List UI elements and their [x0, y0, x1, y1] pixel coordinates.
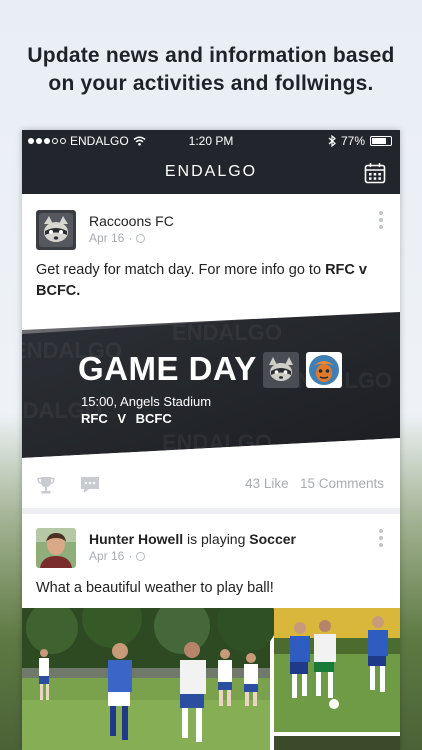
- activity-connector: is playing: [187, 531, 246, 547]
- comment-icon[interactable]: [80, 475, 100, 495]
- banner-teams: RFC V BCFC: [81, 411, 172, 426]
- game-day-banner[interactable]: ENDALGO ENDALGO ENDALGO ENDALGO ENDALGO …: [22, 310, 400, 458]
- post-date: Apr 16: [89, 231, 125, 245]
- promo-headline-line2: on your activities and follwings.: [48, 72, 374, 95]
- soccer-photo-3[interactable]: [274, 736, 400, 750]
- post-author: Hunter Howell is playing Soccer: [89, 531, 296, 547]
- feed-post: Raccoons FC Apr 16 · Get ready for match…: [22, 194, 400, 508]
- globe-icon: [136, 551, 146, 561]
- comment-count[interactable]: 15 Comments: [300, 476, 384, 491]
- banner-time-place: 15:00, Angels Stadium: [81, 394, 212, 409]
- phone-screen: ENDALGO 1:20 PM 77% ENDALGO Raccoons FC …: [22, 130, 400, 750]
- promo-headline: Update news and information based on you…: [0, 42, 422, 98]
- user-avatar[interactable]: [36, 528, 76, 568]
- bluetooth-icon: [328, 135, 336, 147]
- meta-separator: ·: [128, 231, 133, 245]
- raccoon-logo-icon: [263, 352, 299, 388]
- nav-bar: ENDALGO: [22, 152, 400, 194]
- more-options-icon[interactable]: [378, 211, 384, 229]
- meta-separator: ·: [128, 549, 133, 563]
- like-count[interactable]: 43 Like: [245, 476, 289, 491]
- promo-headline-line1: Update news and information based: [27, 44, 395, 67]
- post-meta: Apr 16 ·: [89, 231, 146, 245]
- trophy-icon[interactable]: [36, 475, 56, 495]
- hornet-logo-icon: [306, 352, 342, 388]
- post-stats: 43 Like 15 Comments: [245, 476, 384, 491]
- post-text-prefix: Get ready for match day. For more info g…: [36, 262, 326, 278]
- battery-icon: [370, 136, 392, 146]
- user-name[interactable]: Hunter Howell: [89, 531, 183, 547]
- soccer-photo-2[interactable]: [274, 608, 400, 732]
- globe-icon: [136, 233, 146, 243]
- svg-text:ENDALGO: ENDALGO: [162, 430, 272, 455]
- post-date: Apr 16: [89, 549, 125, 563]
- calendar-icon[interactable]: [364, 162, 386, 184]
- svg-text:ENDALGO: ENDALGO: [172, 320, 282, 345]
- app-logo: ENDALGO: [164, 163, 258, 180]
- photo-gallery: [22, 608, 400, 750]
- post-text: Get ready for match day. For more info g…: [36, 260, 386, 302]
- post-text: What a beautiful weather to play ball!: [36, 580, 274, 596]
- activity-name[interactable]: Soccer: [249, 531, 296, 547]
- post-actions: 43 Like 15 Comments: [22, 458, 400, 508]
- soccer-photo-1[interactable]: [22, 608, 277, 750]
- battery-percent: 77%: [340, 134, 365, 148]
- team-avatar[interactable]: [36, 210, 76, 250]
- banner-title: GAME DAY: [78, 350, 257, 387]
- more-options-icon[interactable]: [378, 529, 384, 547]
- feed-post: Hunter Howell is playing Soccer Apr 16 ·…: [22, 514, 400, 750]
- post-meta: Apr 16 ·: [89, 549, 146, 563]
- status-bar: ENDALGO 1:20 PM 77%: [22, 130, 400, 152]
- post-author[interactable]: Raccoons FC: [89, 213, 174, 229]
